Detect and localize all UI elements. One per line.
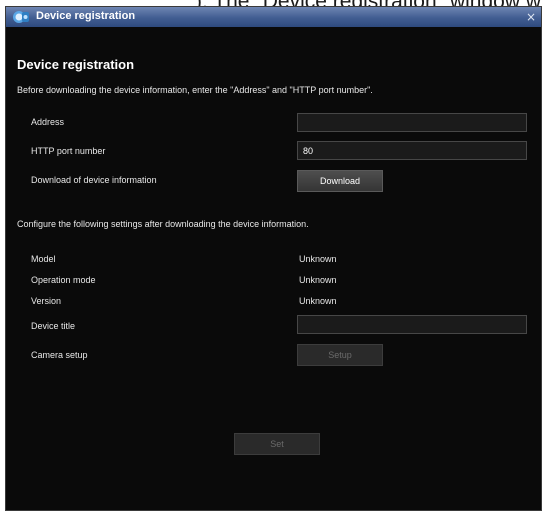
operation-mode-label: Operation mode — [31, 275, 96, 285]
settings-instruction: Configure the following settings after d… — [17, 219, 309, 229]
device-title-label: Device title — [31, 321, 76, 331]
device-title-input[interactable] — [297, 315, 527, 334]
close-icon[interactable]: × — [526, 10, 536, 24]
camera-app-icon — [12, 8, 30, 26]
download-button[interactable]: Download — [297, 170, 383, 192]
device-registration-window: Device registration × Device registratio… — [5, 6, 542, 511]
intro-text: Before downloading the device informatio… — [17, 85, 373, 95]
model-label: Model — [31, 254, 56, 264]
operation-mode-value: Unknown — [299, 275, 337, 285]
model-value: Unknown — [299, 254, 337, 264]
version-value: Unknown — [299, 296, 337, 306]
section-heading: Device registration — [17, 57, 135, 72]
set-button[interactable]: Set — [234, 433, 320, 455]
http-port-label: HTTP port number — [31, 146, 106, 156]
camera-setup-label: Camera setup — [31, 350, 88, 360]
address-input[interactable] — [297, 113, 527, 132]
http-port-input[interactable] — [297, 141, 527, 160]
setup-button[interactable]: Setup — [297, 344, 383, 366]
version-label: Version — [31, 296, 62, 306]
download-info-label: Download of device information — [31, 175, 157, 185]
title-bar[interactable]: Device registration × — [6, 7, 541, 27]
address-label: Address — [31, 117, 65, 127]
window-title: Device registration — [36, 10, 136, 22]
